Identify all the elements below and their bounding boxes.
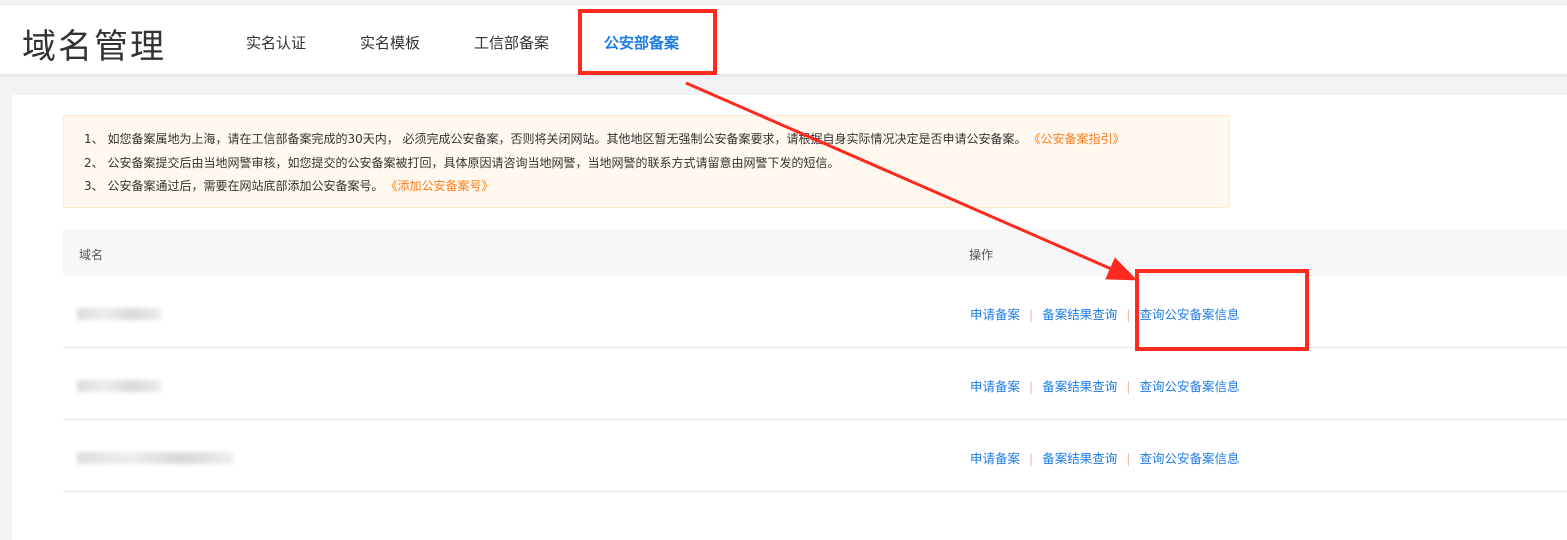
tab-real-name-template[interactable]: 实名模板	[360, 32, 420, 53]
tab-real-name-auth[interactable]: 实名认证	[246, 32, 306, 53]
query-police-filing-info-link[interactable]: 查询公安备案信息	[1139, 379, 1239, 394]
notice-text: 1、 如您备案属地为上海，请在工信部备案完成的30天内， 必须完成公安备案，否则…	[84, 132, 1027, 146]
police-filing-guide-link[interactable]: 《公安备案指引》	[1035, 132, 1125, 146]
notice-text: 3、 公安备案通过后，需要在网站底部添加公安备案号。	[84, 179, 384, 193]
table-row: 申请备案 | 备案结果查询 | 查询公安备案信息	[63, 276, 1567, 348]
row-actions: 申请备案 | 备案结果查询 | 查询公安备案信息	[970, 304, 1239, 323]
content-panel: 1、 如您备案属地为上海，请在工信部备案完成的30天内， 必须完成公安备案，否则…	[12, 95, 1567, 540]
filing-result-query-link[interactable]: 备案结果查询	[1042, 379, 1117, 394]
notice-line: 2、 公安备案提交后由当地网警审核，如您提交的公安备案被打回，具体原因请咨询当地…	[84, 152, 1229, 176]
blurred-domain	[77, 452, 233, 464]
separator: |	[1029, 451, 1034, 466]
separator: |	[1126, 379, 1131, 394]
column-actions: 操作	[969, 248, 994, 262]
filing-result-query-link[interactable]: 备案结果查询	[1042, 307, 1117, 322]
row-actions: 申请备案 | 备案结果查询 | 查询公安备案信息	[970, 448, 1239, 467]
blurred-domain	[77, 380, 161, 392]
blurred-domain	[77, 308, 161, 320]
notice-text: 2、 公安备案提交后由当地网警审核，如您提交的公安备案被打回，具体原因请咨询当地…	[84, 155, 840, 170]
column-domain: 域名	[79, 248, 104, 262]
apply-filing-link[interactable]: 申请备案	[970, 451, 1020, 466]
table-header: 域名 操作	[63, 229, 1567, 276]
row-actions: 申请备案 | 备案结果查询 | 查询公安备案信息	[970, 376, 1239, 395]
notice-line: 1、 如您备案属地为上海，请在工信部备案完成的30天内， 必须完成公安备案，否则…	[84, 128, 1229, 152]
apply-filing-link[interactable]: 申请备案	[970, 379, 1020, 394]
page-title: 域名管理	[22, 27, 166, 67]
query-police-filing-info-link[interactable]: 查询公安备案信息	[1139, 451, 1239, 466]
apply-filing-link[interactable]: 申请备案	[970, 307, 1020, 322]
notice-line: 3、 公安备案通过后，需要在网站底部添加公安备案号。 《添加公安备案号》	[84, 175, 1229, 199]
separator: |	[1029, 379, 1034, 394]
tab-police-filing[interactable]: 公安部备案	[604, 32, 679, 53]
filing-result-query-link[interactable]: 备案结果查询	[1042, 451, 1117, 466]
tab-miit-filing[interactable]: 工信部备案	[474, 32, 549, 53]
separator: |	[1029, 307, 1034, 322]
table-row: 申请备案 | 备案结果查询 | 查询公安备案信息	[63, 420, 1567, 492]
separator: |	[1126, 451, 1131, 466]
table-row: 申请备案 | 备案结果查询 | 查询公安备案信息	[63, 348, 1567, 420]
separator: |	[1126, 307, 1131, 322]
top-header: 域名管理 实名认证 实名模板 工信部备案 公安部备案	[0, 4, 1567, 74]
notice-box: 1、 如您备案属地为上海，请在工信部备案完成的30天内， 必须完成公安备案，否则…	[63, 115, 1230, 208]
add-filing-number-link[interactable]: 《添加公安备案号》	[391, 179, 493, 193]
query-police-filing-info-link[interactable]: 查询公安备案信息	[1139, 307, 1239, 322]
